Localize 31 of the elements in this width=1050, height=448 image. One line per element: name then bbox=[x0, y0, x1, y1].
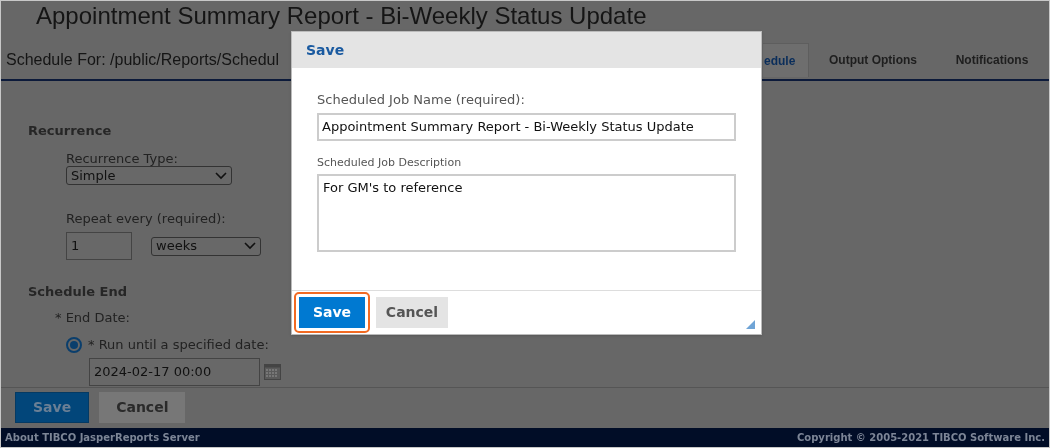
field-label: Recurrence Type: bbox=[66, 150, 178, 166]
section-heading: Schedule End bbox=[28, 283, 127, 301]
field-label: * End Date: bbox=[55, 309, 130, 325]
section-heading: Recurrence bbox=[28, 122, 112, 140]
tab[interactable]: Notifications bbox=[937, 43, 1047, 77]
tab[interactable]: Output Options bbox=[809, 43, 937, 77]
field-label: Scheduled Job Description bbox=[317, 155, 463, 170]
about-link[interactable]: About TIBCO JasperReports Server bbox=[5, 430, 200, 445]
dialog-button[interactable]: Cancel bbox=[376, 297, 448, 328]
field-label: Repeat every (required): bbox=[66, 210, 226, 226]
schedule-path: Schedule For: /public/Reports/Schedul bbox=[6, 50, 280, 70]
button[interactable]: Cancel bbox=[99, 392, 186, 423]
chevron-down-icon bbox=[215, 171, 227, 180]
radio-button[interactable] bbox=[66, 336, 82, 353]
button[interactable]: Save bbox=[15, 392, 90, 423]
repeat-unit-dropdown[interactable]: weeks bbox=[151, 236, 261, 256]
copyright-text: Copyright © 2005-2021 TIBCO Software Inc. bbox=[797, 431, 1045, 445]
dialog-button[interactable]: Save bbox=[299, 297, 365, 328]
page-title: Appointment Summary Report - Bi-Weekly Status Update bbox=[36, 3, 647, 29]
field-label: Scheduled Job Name (required): bbox=[317, 91, 526, 107]
dialog-title: Save bbox=[306, 40, 345, 60]
recurrence-type-dropdown[interactable]: Simple bbox=[66, 166, 232, 185]
job-description-textarea[interactable]: For GM's to reference bbox=[317, 174, 736, 252]
calendar-icon[interactable] bbox=[264, 363, 281, 380]
date-input[interactable]: 2024-02-17 00:00 bbox=[89, 357, 260, 386]
repeat-input[interactable]: 1 bbox=[66, 232, 132, 260]
resize-handle-icon[interactable] bbox=[746, 320, 755, 329]
radio-label: * Run until a specified date: bbox=[88, 336, 269, 354]
tab[interactable]: edule bbox=[763, 43, 809, 77]
job-name-input[interactable]: Appointment Summary Report - Bi-Weekly Status Update bbox=[317, 113, 736, 141]
chevron-down-icon bbox=[244, 242, 256, 250]
